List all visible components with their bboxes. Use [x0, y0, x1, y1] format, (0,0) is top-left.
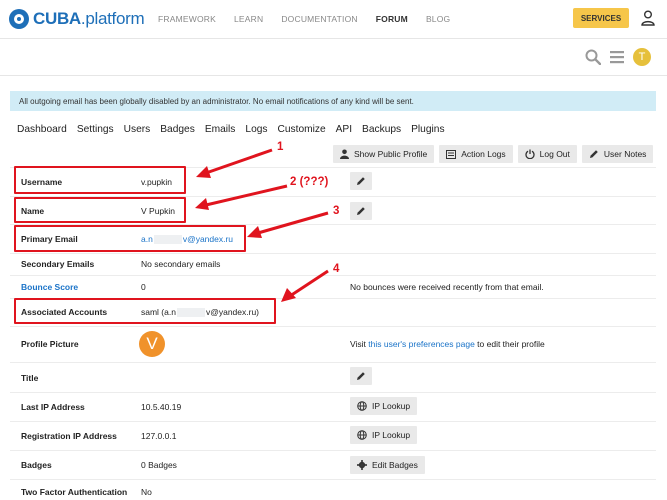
arrow-2	[205, 184, 288, 207]
arrow-2-head	[195, 198, 209, 210]
arrow-3-head	[247, 226, 262, 238]
arrow-4	[289, 269, 329, 298]
arrow-1	[205, 148, 273, 175]
annotation-arrows	[195, 148, 329, 302]
arrow-3	[257, 211, 329, 235]
arrow-1-head	[196, 166, 211, 178]
